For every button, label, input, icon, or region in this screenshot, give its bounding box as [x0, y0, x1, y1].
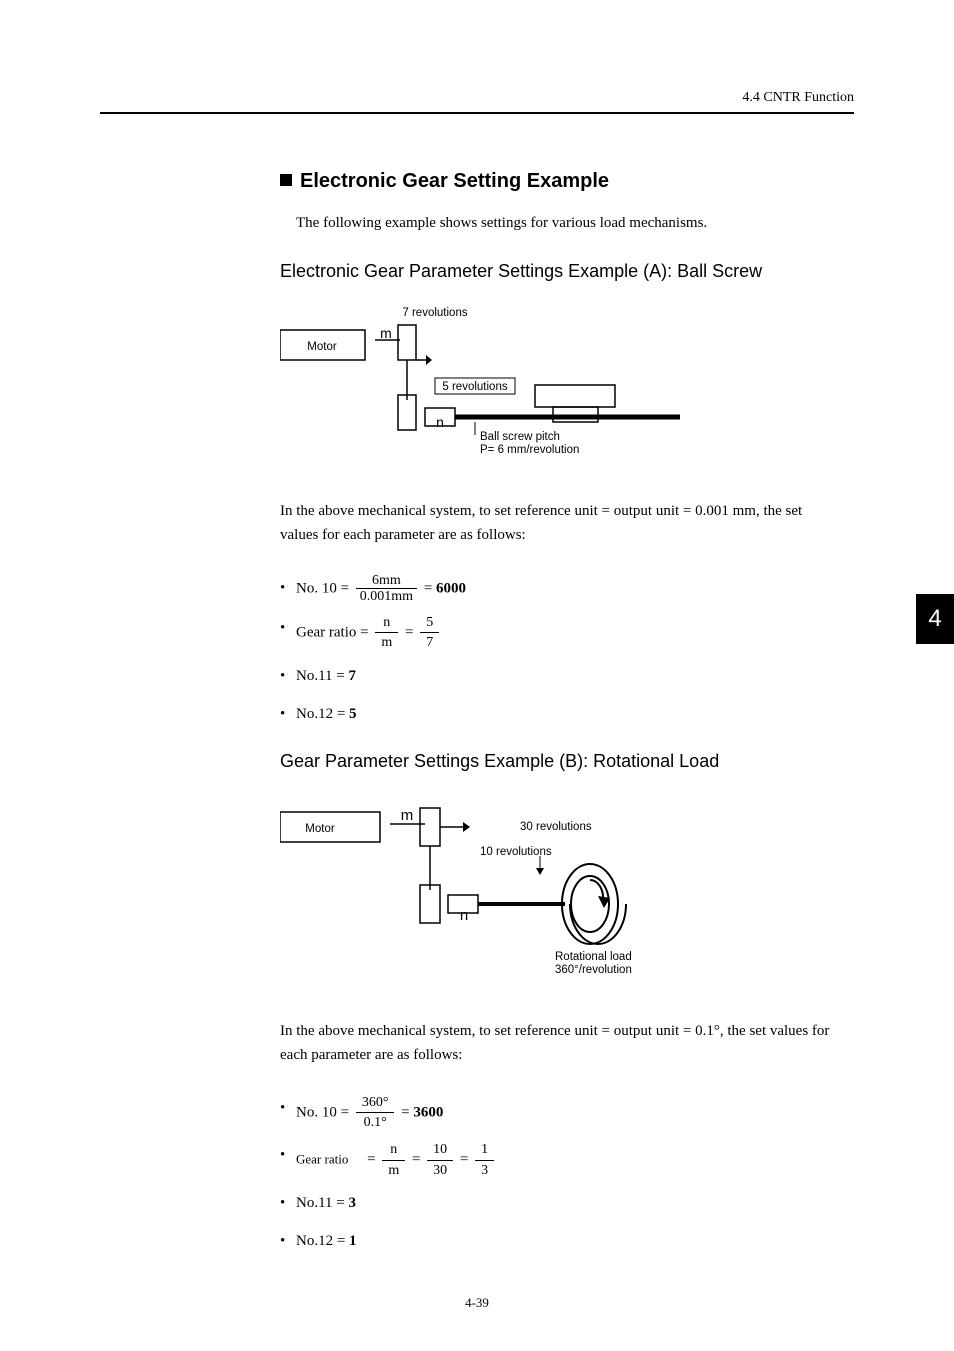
section-title: Electronic Gear Setting Example — [280, 170, 844, 193]
no10-den-b: 0.1° — [356, 1113, 395, 1132]
pitch-label-2: P= 6 mm/revolution — [480, 444, 579, 456]
gear-m-b: m — [382, 1161, 405, 1180]
gear-eq2: = — [405, 624, 417, 640]
section-title-text: Electronic Gear Setting Example — [300, 170, 609, 192]
gear-eq1: = — [360, 624, 372, 640]
no10-num-b: 360° — [356, 1093, 395, 1113]
m-label: m — [380, 325, 392, 341]
no11-val: 7 — [349, 668, 357, 684]
no12-label-b: No.12 = — [296, 1233, 349, 1249]
ten-rev-label: 10 revolutions — [480, 846, 552, 858]
example-b-para: In the above mechanical system, to set r… — [280, 1019, 844, 1067]
five-rev-label: 5 revolutions — [442, 381, 507, 393]
page-number: 4-39 — [0, 1295, 954, 1311]
bullet-b-no10: No. 10 = 360° 0.1° = 3600 — [280, 1093, 844, 1133]
no10-label-b: No. 10 — [296, 1104, 337, 1120]
diagram-rotational-load: Motor m 30 revolutions 10 revolutions n — [280, 790, 844, 995]
example-b-bullets: No. 10 = 360° 0.1° = 3600 Gear ratio = n… — [280, 1093, 844, 1257]
gear-label: Gear ratio — [296, 624, 356, 640]
bullet-b-no11: No.11 = 3 — [280, 1188, 844, 1218]
gear-den: 7 — [420, 633, 439, 652]
section-intro: The following example shows settings for… — [296, 211, 844, 235]
page-header-right: 4.4 CNTR Function — [742, 90, 854, 106]
no10-val: 6000 — [436, 580, 466, 596]
gear-label-b: Gear ratio — [296, 1152, 348, 1167]
example-a-bullets: No. 10 = 6mm 0.001mm = 6000 Gear ratio =… — [280, 573, 844, 729]
chapter-tab: 4 — [916, 594, 954, 644]
bullet-b-no12: No.12 = 1 — [280, 1226, 844, 1256]
n-label-b: n — [460, 907, 468, 924]
no10-eq0-b: = — [341, 1104, 353, 1120]
gear-num3-b: 1 — [475, 1140, 494, 1160]
gear-den3-b: 3 — [475, 1161, 494, 1180]
motor-label: Motor — [307, 341, 337, 353]
gear-num: 5 — [420, 613, 439, 633]
gear-den2-b: 30 — [427, 1161, 453, 1180]
rot-label-2: 360°/revolution — [555, 964, 632, 976]
no11-val-b: 3 — [349, 1195, 357, 1211]
pitch-label-1: Ball screw pitch — [480, 431, 560, 443]
bullet-a-no12: No.12 = 5 — [280, 699, 844, 729]
header-rule — [100, 112, 854, 114]
no10-eq: = — [424, 580, 436, 596]
example-b-title: Gear Parameter Settings Example (B): Rot… — [280, 751, 844, 772]
example-a-para: In the above mechanical system, to set r… — [280, 499, 844, 547]
no11-label-b: No.11 = — [296, 1195, 349, 1211]
bullet-a-no10: No. 10 = 6mm 0.001mm = 6000 — [280, 573, 844, 605]
no10-den: 0.001mm — [356, 589, 417, 604]
gear-m: m — [375, 633, 398, 652]
rotational-svg: Motor m 30 revolutions 10 revolutions n — [280, 790, 740, 990]
no12-label: No.12 = — [296, 706, 349, 722]
bullet-a-no11: No.11 = 7 — [280, 661, 844, 691]
gear-eq2-b: = — [412, 1152, 424, 1168]
m-label-b: m — [401, 807, 414, 824]
no11-label: No.11 = — [296, 668, 349, 684]
gear-num2-b: 10 — [427, 1140, 453, 1160]
bullet-b-gear: Gear ratio = n m = 10 30 = 1 3 — [280, 1140, 844, 1180]
seven-rev-label: 7 revolutions — [402, 307, 467, 319]
diagram-ball-screw: Motor m 7 revolutions n 5 revolutions — [280, 300, 844, 475]
bullet-a-gear: Gear ratio = n m = 5 7 — [280, 613, 844, 653]
no10-val-b: 3600 — [413, 1104, 443, 1120]
n-label: n — [436, 414, 444, 430]
gear-eq1-b: = — [367, 1152, 379, 1168]
no10-eq-b: = — [401, 1104, 413, 1120]
square-bullet-icon — [280, 174, 292, 186]
rot-label-1: Rotational load — [555, 951, 632, 963]
no12-val: 5 — [349, 706, 357, 722]
gear-eq3-b: = — [460, 1152, 472, 1168]
gear-n-b: n — [382, 1140, 405, 1160]
motor-label-b: Motor — [305, 823, 335, 835]
no10-num: 6mm — [356, 573, 417, 589]
thirty-rev-label: 30 revolutions — [520, 821, 592, 833]
example-a-title: Electronic Gear Parameter Settings Examp… — [280, 261, 844, 282]
ball-screw-svg: Motor m 7 revolutions n 5 revolutions — [280, 300, 710, 470]
no10-label: No. 10 = — [296, 580, 353, 596]
no12-val-b: 1 — [349, 1233, 357, 1249]
gear-n: n — [375, 613, 398, 633]
